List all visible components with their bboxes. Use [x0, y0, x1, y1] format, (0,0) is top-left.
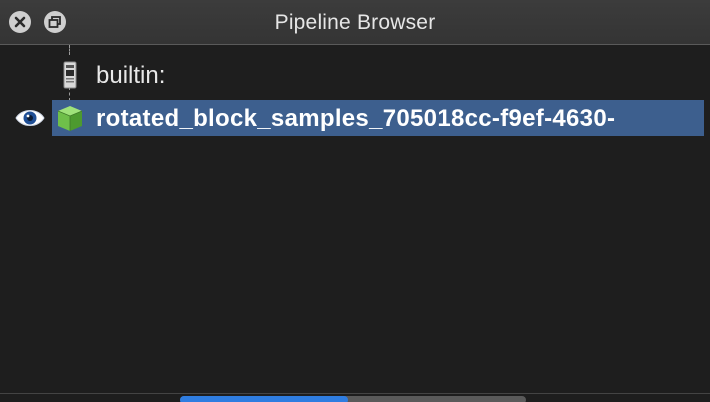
- panel-divider: [0, 393, 710, 394]
- visibility-eye-icon[interactable]: [14, 105, 46, 131]
- horizontal-scrollbar-thumb[interactable]: [180, 396, 348, 402]
- pipeline-browser-panel: Pipeline Browser builtin: rotated_block_…: [0, 0, 710, 402]
- pipeline-tree[interactable]: builtin: rotated_block_samples_705018cc-…: [0, 45, 710, 393]
- panel-titlebar: Pipeline Browser: [0, 0, 710, 45]
- cube-icon: [57, 106, 83, 131]
- pipeline-item-builtin[interactable]: builtin:: [0, 57, 710, 93]
- pipeline-item-source[interactable]: rotated_block_samples_705018cc-f9ef-4630…: [0, 100, 710, 136]
- tree-connector: [69, 45, 70, 55]
- panel-title: Pipeline Browser: [274, 11, 436, 34]
- pipeline-item-label: builtin:: [96, 62, 166, 89]
- server-icon: [63, 61, 77, 89]
- pipeline-item-label: rotated_block_samples_705018cc-f9ef-4630…: [96, 105, 616, 132]
